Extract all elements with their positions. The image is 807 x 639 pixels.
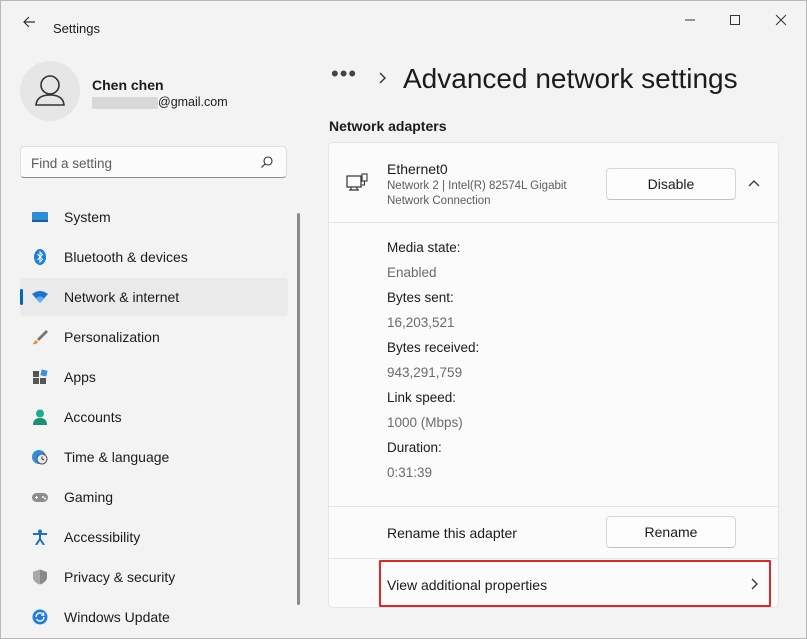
- sidebar-item-label: Time & language: [64, 449, 170, 465]
- avatar: [20, 61, 80, 121]
- sidebar-item-windows-update[interactable]: Windows Update: [20, 598, 288, 636]
- user-name: Chen chen: [92, 77, 164, 93]
- user-email: @gmail.com: [158, 95, 228, 109]
- search-box: [20, 146, 287, 178]
- close-icon: [775, 14, 787, 26]
- sidebar-item-accessibility[interactable]: Accessibility: [20, 518, 288, 556]
- rename-button[interactable]: Rename: [606, 516, 736, 548]
- sidebar-item-label: Privacy & security: [64, 569, 176, 585]
- adapter-header[interactable]: Ethernet0 Network 2 | Intel(R) 82574L Gi…: [329, 143, 778, 223]
- section-title: Network adapters: [329, 118, 447, 134]
- chevron-up-icon[interactable]: [744, 175, 764, 193]
- adapter-description: Network 2 | Intel(R) 82574L Gigabit Netw…: [387, 180, 567, 207]
- system-icon: [32, 212, 48, 222]
- search-icon[interactable]: [260, 155, 274, 169]
- disable-button[interactable]: Disable: [606, 168, 736, 200]
- chevron-right-icon: [379, 72, 386, 84]
- globe-clock-icon: [32, 450, 48, 465]
- sidebar-item-apps[interactable]: Apps: [20, 358, 288, 396]
- link-speed-label: Link speed:: [387, 390, 457, 405]
- app-title: Settings: [53, 21, 100, 36]
- link-speed-value: 1000 (Mbps): [387, 415, 463, 430]
- wifi-icon: [32, 291, 48, 303]
- email-redaction: [92, 97, 158, 109]
- sidebar-item-personalization[interactable]: Personalization: [20, 318, 288, 356]
- adapter-details: Media state: Enabled Bytes sent: 16,203,…: [387, 238, 767, 488]
- sidebar-item-label: Windows Update: [64, 609, 170, 625]
- settings-window: Settings Chen chen @gmail.com Find a set…: [0, 0, 807, 639]
- sidebar-item-accounts[interactable]: Accounts: [20, 398, 288, 436]
- minimize-icon: [685, 19, 695, 21]
- sidebar-item-label: Apps: [64, 369, 96, 385]
- minimize-button[interactable]: [676, 9, 704, 31]
- bytes-sent-value: 16,203,521: [387, 315, 455, 330]
- gamepad-icon: [32, 493, 48, 502]
- person-icon: [33, 409, 47, 425]
- sidebar-item-label: Network & internet: [64, 289, 180, 305]
- adapter-card: Ethernet0 Network 2 | Intel(R) 82574L Gi…: [328, 142, 779, 608]
- shield-icon: [33, 569, 47, 585]
- person-avatar-icon: [35, 75, 65, 106]
- bluetooth-icon: [34, 249, 46, 265]
- sidebar-item-label: Personalization: [64, 329, 160, 345]
- title-bar: Settings: [1, 1, 806, 41]
- sidebar-item-system[interactable]: System: [20, 198, 288, 236]
- rename-adapter-row: Rename this adapter Rename: [329, 506, 778, 558]
- sidebar-item-time-language[interactable]: Time & language: [20, 438, 288, 476]
- search-input[interactable]: [31, 153, 251, 173]
- rename-adapter-label: Rename this adapter: [387, 525, 517, 541]
- maximize-icon: [730, 15, 740, 25]
- ethernet-adapter-icon: [346, 173, 368, 191]
- bytes-sent-label: Bytes sent:: [387, 290, 454, 305]
- sidebar-item-privacy-security[interactable]: Privacy & security: [20, 558, 288, 596]
- sidebar-item-label: System: [64, 209, 111, 225]
- bytes-received-label: Bytes received:: [387, 340, 480, 355]
- close-button[interactable]: [767, 9, 795, 31]
- paintbrush-icon: [33, 330, 48, 345]
- chevron-right-icon: [751, 578, 758, 590]
- breadcrumb-more-button[interactable]: •••: [331, 61, 357, 87]
- accessibility-icon: [33, 529, 47, 545]
- sidebar-item-network[interactable]: Network & internet: [20, 278, 288, 316]
- sidebar-item-gaming[interactable]: Gaming: [20, 478, 288, 516]
- bytes-received-value: 943,291,759: [387, 365, 463, 380]
- adapter-name: Ethernet0: [387, 161, 448, 177]
- view-additional-properties-row[interactable]: View additional properties: [329, 558, 778, 608]
- update-icon: [32, 609, 48, 625]
- view-additional-properties-label: View additional properties: [387, 577, 548, 593]
- sidebar-nav: System Bluetooth & devices Network & int…: [20, 198, 288, 638]
- back-button[interactable]: [15, 13, 39, 31]
- duration-label: Duration:: [387, 440, 442, 455]
- back-arrow-icon: [23, 16, 35, 28]
- media-state-label: Media state:: [387, 240, 461, 255]
- apps-icon: [33, 369, 48, 384]
- sidebar-scrollbar[interactable]: [297, 213, 300, 605]
- duration-value: 0:31:39: [387, 465, 433, 480]
- sidebar-item-label: Bluetooth & devices: [64, 249, 188, 265]
- media-state-value: Enabled: [387, 265, 437, 280]
- sidebar-item-label: Accessibility: [64, 529, 141, 545]
- page-title: Advanced network settings: [403, 63, 738, 94]
- selection-indicator: [20, 289, 23, 305]
- maximize-button[interactable]: [721, 9, 749, 31]
- sidebar-item-label: Gaming: [64, 489, 114, 505]
- sidebar-item-label: Accounts: [64, 409, 122, 425]
- sidebar-item-bluetooth[interactable]: Bluetooth & devices: [20, 238, 288, 276]
